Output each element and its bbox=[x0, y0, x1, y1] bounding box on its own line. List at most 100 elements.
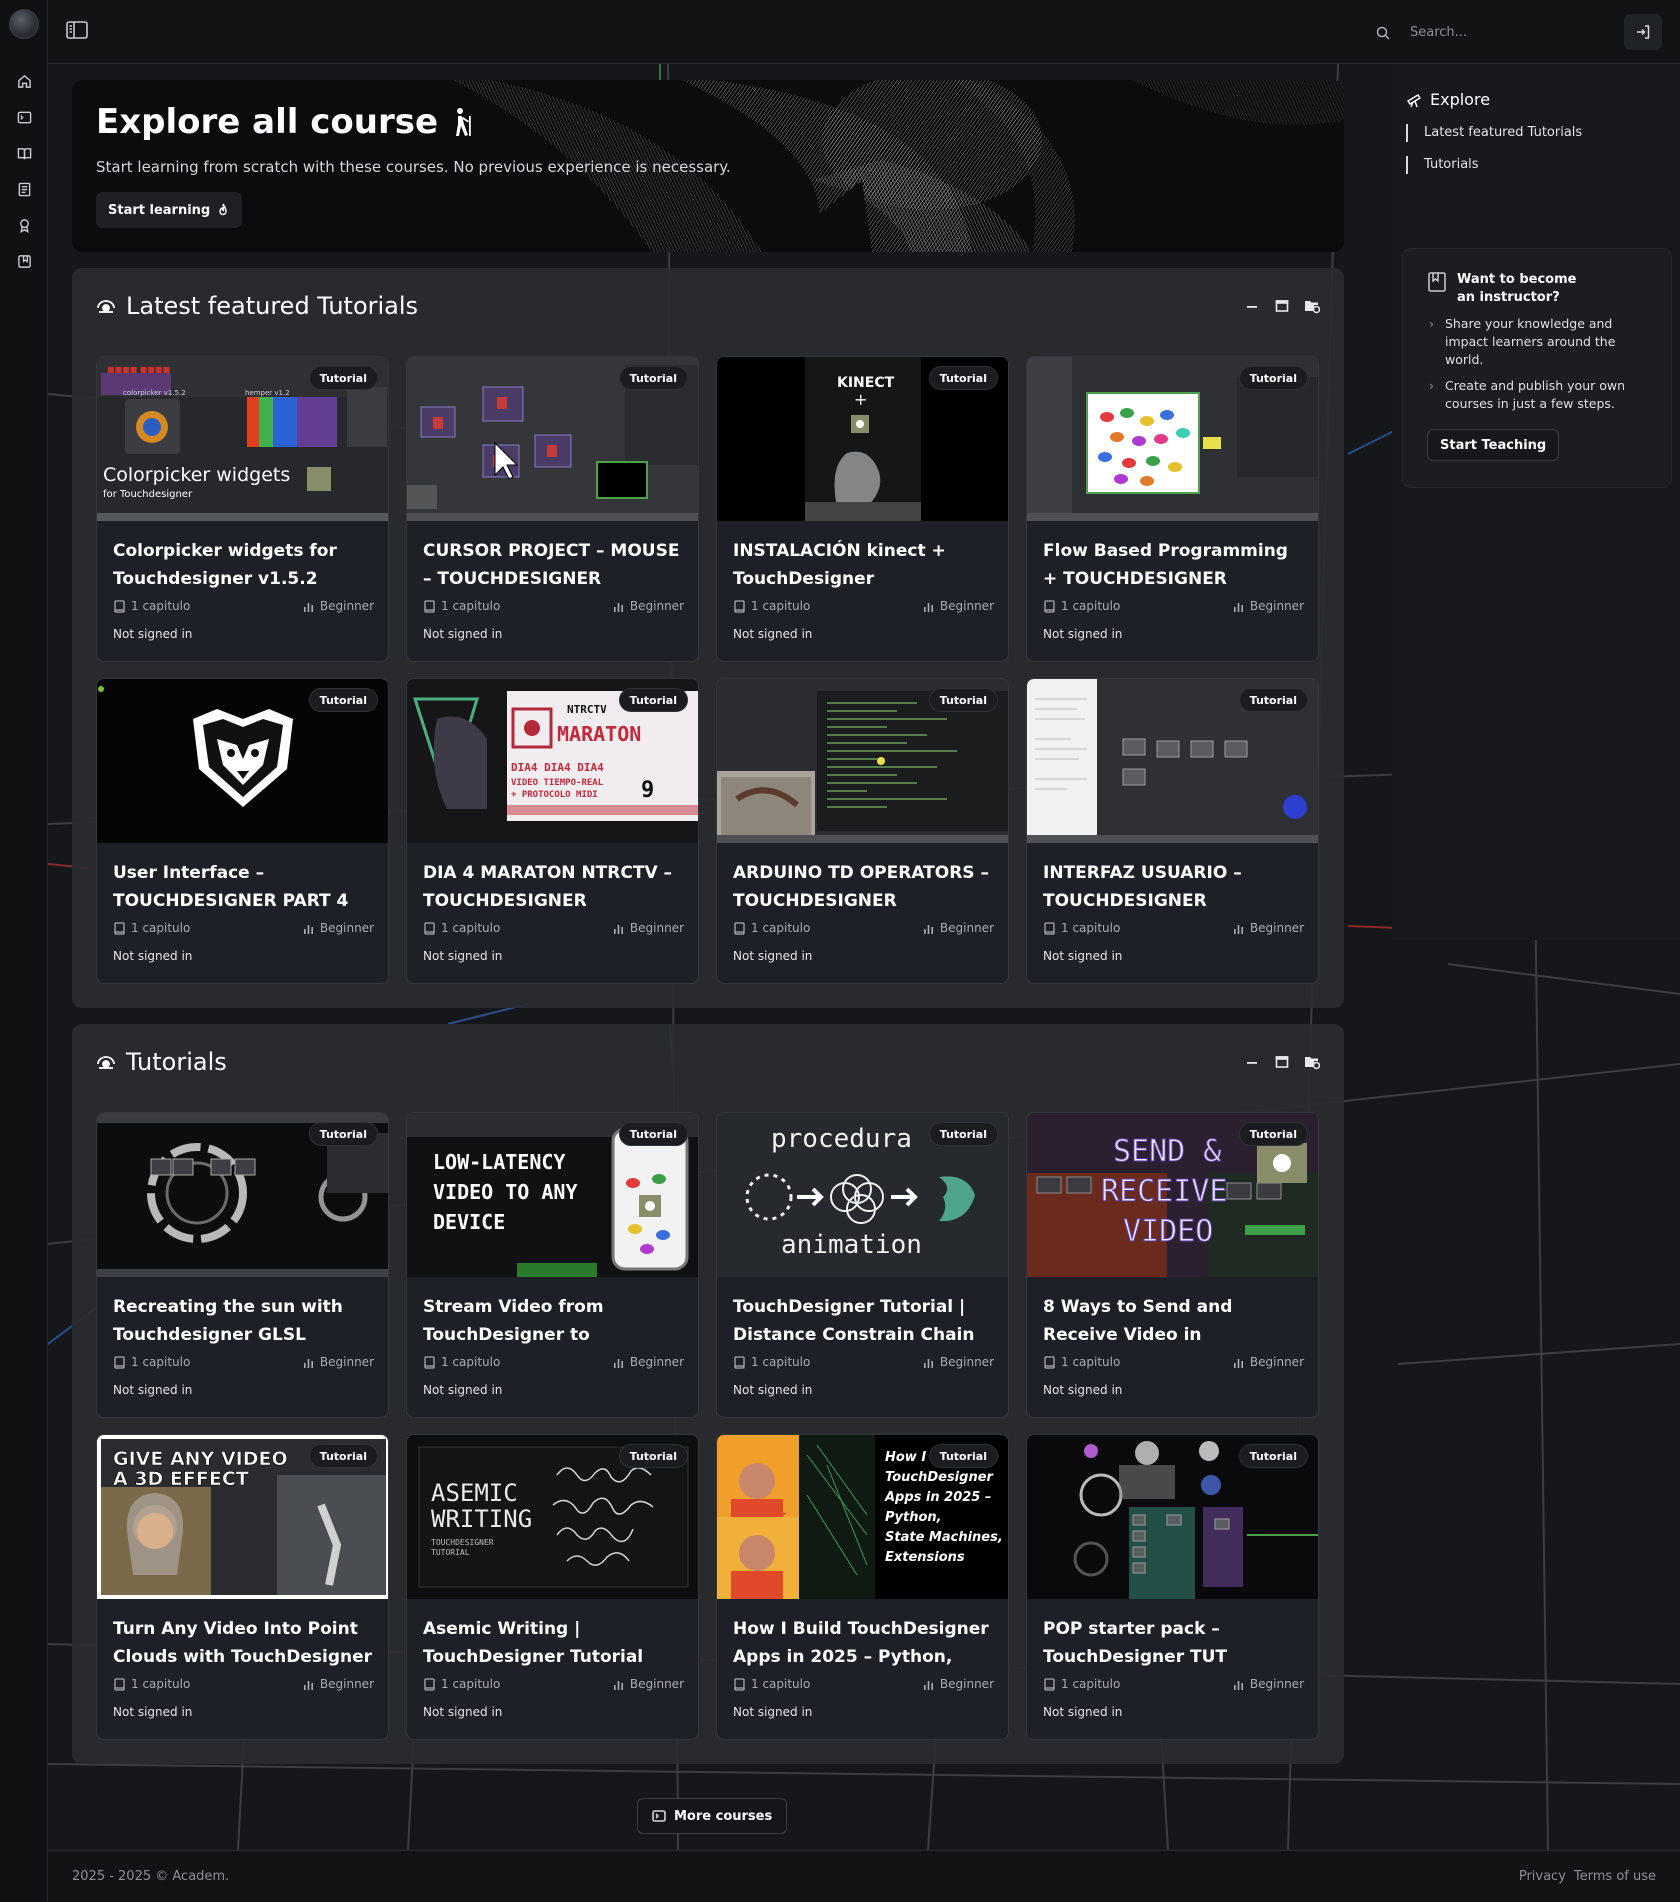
level-label: Beginner bbox=[319, 1355, 374, 1369]
course-title[interactable]: Turn Any Video Into Point Clouds with To… bbox=[113, 1615, 378, 1671]
start-teaching-button[interactable]: Start Teaching bbox=[1427, 429, 1560, 461]
chapters-label: 1 capitulo bbox=[751, 921, 811, 935]
course-title[interactable]: Stream Video from TouchDesigner to Devic… bbox=[423, 1293, 688, 1349]
course-card[interactable]: ■■■■ ■■■■ colorpicker v1.5.2 hemper v1.2… bbox=[96, 356, 389, 662]
chapters-count: 1 capitulo bbox=[733, 599, 810, 613]
book-icon bbox=[1044, 599, 1055, 613]
course-card[interactable]: Tutorial ARDUINO TD OPERATORS – TOUCHDES… bbox=[716, 678, 1009, 984]
course-title[interactable]: INTERFAZ USUARIO – TOUCHDESIGNER ELEMENT… bbox=[1043, 859, 1308, 915]
course-card[interactable]: Tutorial INTERFAZ USUARIO – TOUCHDESIGNE… bbox=[1026, 678, 1319, 984]
course-card[interactable]: ASEMIC WRITING TOUCHDESIGNER TUTORIAL Tu… bbox=[406, 1434, 699, 1740]
bullet-text: Create and publish your own courses in j… bbox=[1445, 378, 1626, 411]
course-card[interactable]: GIVE ANY VIDEO A 3D EFFECT Tutorial Turn… bbox=[96, 1434, 389, 1740]
thumb-text: VIDEO TIEMPO-REAL bbox=[511, 778, 604, 788]
course-title[interactable]: 8 Ways to Send and Receive Video in Touc… bbox=[1043, 1293, 1308, 1349]
instructor-header: Want to become an instructor? bbox=[1427, 271, 1587, 307]
maximize-icon[interactable] bbox=[1274, 298, 1290, 314]
course-title[interactable]: Flow Based Programming + TOUCHDESIGNER bbox=[1043, 537, 1308, 593]
course-card[interactable]: NTRCTV MARATON DIA4 DIA4 DIA4 VIDEO TIEM… bbox=[406, 678, 699, 984]
course-title[interactable]: ARDUINO TD OPERATORS – TOUCHDESIGNER bbox=[733, 859, 998, 915]
course-title[interactable]: Asemic Writing | TouchDesigner Tutorial bbox=[423, 1615, 688, 1671]
course-title[interactable]: DIA 4 MARATON NTRCTV – TOUCHDESIGNER bbox=[423, 859, 688, 915]
more-courses-button[interactable]: More courses bbox=[637, 1798, 788, 1834]
course-title[interactable]: User Interface – TOUCHDESIGNER PART 4 bbox=[113, 859, 378, 915]
terminal-icon[interactable] bbox=[0, 99, 48, 135]
minimize-icon[interactable] bbox=[1244, 298, 1260, 314]
thumb-text: State Machines, bbox=[885, 1530, 1003, 1545]
sign-in-status: Not signed in bbox=[113, 1383, 193, 1397]
course-meta: 1 capitulo Beginner bbox=[113, 599, 374, 613]
tutorial-badge: Tutorial bbox=[1238, 688, 1308, 712]
document-icon[interactable] bbox=[0, 171, 48, 207]
thumb-text: TouchDesigner bbox=[885, 1470, 995, 1485]
start-learning-button[interactable]: Start learning bbox=[96, 192, 243, 228]
hero-subtitle: Start learning from scratch with these c… bbox=[96, 158, 731, 176]
course-level: Beginner bbox=[922, 921, 994, 935]
course-level: Beginner bbox=[1232, 599, 1304, 613]
bar-chart-icon bbox=[303, 1358, 313, 1368]
chapters-label: 1 capitulo bbox=[751, 1677, 811, 1691]
chapters-count: 1 capitulo bbox=[423, 1355, 500, 1369]
app-logo[interactable] bbox=[8, 9, 39, 39]
course-meta: 1 capitulo Beginner bbox=[1043, 1355, 1304, 1369]
thumb-text: TOUCHDESIGNER bbox=[431, 1538, 494, 1547]
terms-link[interactable]: Terms of use bbox=[1574, 1869, 1656, 1884]
maximize-icon[interactable] bbox=[1274, 1054, 1290, 1070]
toc-item-tutorials[interactable]: Tutorials bbox=[1406, 156, 1582, 174]
course-title[interactable]: POP starter pack – TouchDesigner TUT bbox=[1043, 1615, 1308, 1671]
course-title[interactable]: INSTALACIÓN kinect + TouchDesigner bbox=[733, 537, 998, 593]
toc-item-featured[interactable]: Latest featured Tutorials bbox=[1406, 124, 1582, 142]
copyright: 2025 - 2025 © Academ. bbox=[72, 1869, 230, 1884]
thumb-text: for Touchdesigner bbox=[103, 489, 193, 500]
course-card[interactable]: Tutorial POP starter pack – TouchDesigne… bbox=[1026, 1434, 1319, 1740]
bar-chart-icon bbox=[923, 1680, 933, 1690]
sidebar-toggle-icon[interactable] bbox=[66, 20, 88, 40]
award-icon[interactable] bbox=[0, 207, 48, 243]
section-header: Tutorials bbox=[96, 1048, 227, 1076]
chapters-count: 1 capitulo bbox=[113, 599, 190, 613]
course-card[interactable]: KINECT + Tutorial INSTALACIÓN kinect + T… bbox=[716, 356, 1009, 662]
thumb-text: Python, bbox=[885, 1510, 942, 1525]
course-title[interactable]: How I Build TouchDesigner Apps in 2025 –… bbox=[733, 1615, 998, 1671]
sign-in-status: Not signed in bbox=[733, 1705, 813, 1719]
course-level: Beginner bbox=[1232, 1677, 1304, 1691]
tutorial-badge: Tutorial bbox=[928, 688, 998, 712]
chapters-count: 1 capitulo bbox=[423, 1677, 500, 1691]
thumb-text: KINECT bbox=[837, 375, 895, 391]
login-button[interactable] bbox=[1624, 14, 1662, 50]
level-label: Beginner bbox=[319, 1677, 374, 1691]
course-meta: 1 capitulo Beginner bbox=[1043, 1677, 1304, 1691]
course-title[interactable]: CURSOR PROJECT – MOUSE – TOUCHDESIGNER bbox=[423, 537, 688, 593]
privacy-link[interactable]: Privacy bbox=[1519, 1869, 1566, 1884]
instructor-bullet: › Share your knowledge and impact learner… bbox=[1429, 315, 1639, 369]
folder-settings-icon[interactable] bbox=[1304, 298, 1321, 314]
course-level: Beginner bbox=[612, 599, 684, 613]
course-card[interactable]: SEND & RECEIVE VIDEO Tutorial 8 Ways to … bbox=[1026, 1112, 1319, 1418]
folder-settings-icon[interactable] bbox=[1304, 1054, 1321, 1070]
sign-in-status: Not signed in bbox=[733, 627, 813, 641]
course-card[interactable]: How I TouchDesigner Apps in 2025 – Pytho… bbox=[716, 1434, 1009, 1740]
course-card[interactable]: Tutorial CURSOR PROJECT – MOUSE – TOUCHD… bbox=[406, 356, 699, 662]
thumb-text: Colorpicker widgets bbox=[103, 464, 290, 486]
course-card[interactable]: procedura animation Tutorial TouchDesign… bbox=[716, 1112, 1009, 1418]
course-card[interactable]: Tutorial Recreating the sun with Touchde… bbox=[96, 1112, 389, 1418]
course-card[interactable]: Tutorial Flow Based Programming + TOUCHD… bbox=[1026, 356, 1319, 662]
minimize-icon[interactable] bbox=[1244, 1054, 1260, 1070]
thumb-text: animation bbox=[781, 1230, 922, 1260]
sign-in-status: Not signed in bbox=[733, 1383, 813, 1397]
book-open-icon[interactable] bbox=[0, 135, 48, 171]
bar-chart-icon bbox=[303, 924, 313, 934]
course-level: Beginner bbox=[612, 921, 684, 935]
course-title[interactable]: Recreating the sun with Touchdesigner GL… bbox=[113, 1293, 378, 1349]
course-title[interactable]: Colorpicker widgets for Touchdesigner v1… bbox=[113, 537, 378, 593]
search-input[interactable] bbox=[1410, 24, 1610, 40]
home-icon[interactable] bbox=[0, 63, 48, 99]
thumb-text: hemper v1.2 bbox=[245, 389, 290, 397]
course-title[interactable]: TouchDesigner Tutorial | Distance Constr… bbox=[733, 1293, 998, 1349]
course-card[interactable]: LOW-LATENCY VIDEO TO ANY DEVICE Tutorial… bbox=[406, 1112, 699, 1418]
tutorials-section: Tutorials Tutorial Recreating the sun wi… bbox=[72, 1024, 1344, 1764]
bookmark-book-icon[interactable] bbox=[0, 243, 48, 279]
course-card[interactable]: Tutorial User Interface – TOUCHDESIGNER … bbox=[96, 678, 389, 984]
sign-in-status: Not signed in bbox=[113, 627, 193, 641]
explore-title: Explore bbox=[1430, 90, 1491, 109]
